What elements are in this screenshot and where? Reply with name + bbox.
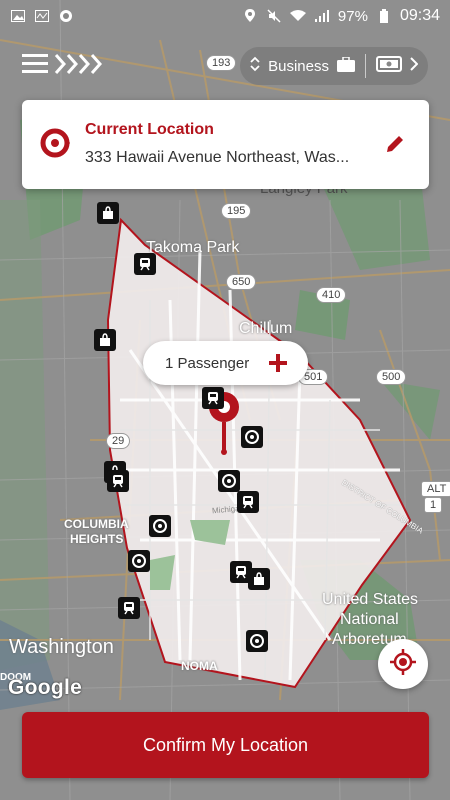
- map-label-takoma-park: Takoma Park: [146, 239, 240, 256]
- passenger-count-pill[interactable]: 1 Passenger: [143, 341, 308, 385]
- target-marker-icon[interactable]: [218, 470, 240, 492]
- briefcase-icon: [337, 55, 355, 76]
- confirm-location-button[interactable]: Confirm My Location: [22, 712, 429, 778]
- shopping-bag-icon[interactable]: [97, 202, 119, 224]
- add-passenger-plus-icon[interactable]: [268, 353, 288, 373]
- route-shield: 195: [221, 203, 252, 219]
- confirm-location-label: Confirm My Location: [142, 734, 309, 755]
- brand-chevrons-icon: [54, 53, 110, 80]
- route-shield: 650: [226, 274, 257, 290]
- target-marker-icon[interactable]: [128, 550, 150, 572]
- status-bar: 97% 09:34: [0, 0, 450, 32]
- hamburger-menu-icon: [22, 53, 48, 80]
- payment-selector[interactable]: [376, 56, 419, 76]
- target-marker-icon[interactable]: [246, 630, 268, 652]
- route-shield: 500: [376, 369, 407, 385]
- train-station-icon[interactable]: [118, 597, 140, 619]
- shopping-bag-icon[interactable]: [248, 568, 270, 590]
- map-label-arboretum-1: United States: [322, 591, 419, 608]
- sort-updown-icon: [250, 56, 260, 76]
- ride-type-selector[interactable]: Business: [250, 55, 355, 76]
- location-target-icon: [40, 128, 70, 163]
- train-station-icon[interactable]: [107, 470, 129, 492]
- map-label-chillum: Chillum: [239, 320, 293, 337]
- clock-time: 09:34: [399, 7, 440, 24]
- edit-pencil-icon[interactable]: [385, 134, 405, 159]
- battery-percent: 97%: [337, 7, 368, 25]
- battery-icon: [376, 9, 392, 23]
- map-label-washington: Washington: [9, 636, 114, 658]
- crosshair-icon: [390, 648, 416, 680]
- cash-icon: [376, 56, 402, 76]
- ride-options-pill: Business: [240, 47, 428, 85]
- google-logo: Google: [8, 676, 83, 699]
- map-label-arboretum-2: National: [340, 611, 399, 628]
- activity-notification-icon: [34, 9, 50, 23]
- map-label-columbia: COLUMBIA: [64, 517, 129, 531]
- route-shield: 29: [106, 433, 131, 449]
- route-shield: ALT: [421, 481, 450, 497]
- shopping-bag-icon[interactable]: [94, 329, 116, 351]
- map-label-heights: HEIGHTS: [70, 532, 124, 546]
- menu-button[interactable]: [22, 53, 110, 80]
- pill-divider: [365, 54, 366, 78]
- wifi-icon: [289, 9, 306, 23]
- chevron-right-icon: [410, 57, 419, 75]
- route-shield: 410: [316, 287, 347, 303]
- location-address: 333 Hawaii Avenue Northeast, Was...: [85, 149, 350, 166]
- route-shield: 1: [424, 497, 443, 513]
- top-bar: Business: [22, 47, 428, 85]
- app-notification-icon: [58, 9, 74, 23]
- target-marker-icon[interactable]: [149, 515, 171, 537]
- passenger-label: 1 Passenger: [165, 354, 250, 372]
- location-status-icon: [242, 9, 258, 23]
- map-label-noma: NOMA: [181, 659, 218, 673]
- location-card[interactable]: Current Location 333 Hawaii Avenue North…: [22, 100, 429, 189]
- image-notification-icon: [10, 9, 26, 23]
- target-marker-icon[interactable]: [241, 426, 263, 448]
- ride-type-label: Business: [268, 57, 329, 75]
- train-station-icon[interactable]: [237, 491, 259, 513]
- mute-icon: [266, 9, 282, 23]
- train-station-icon[interactable]: [134, 253, 156, 275]
- train-station-icon[interactable]: [202, 387, 224, 409]
- signal-icon: [314, 9, 330, 23]
- location-title: Current Location: [85, 121, 214, 138]
- recenter-button[interactable]: [378, 639, 428, 689]
